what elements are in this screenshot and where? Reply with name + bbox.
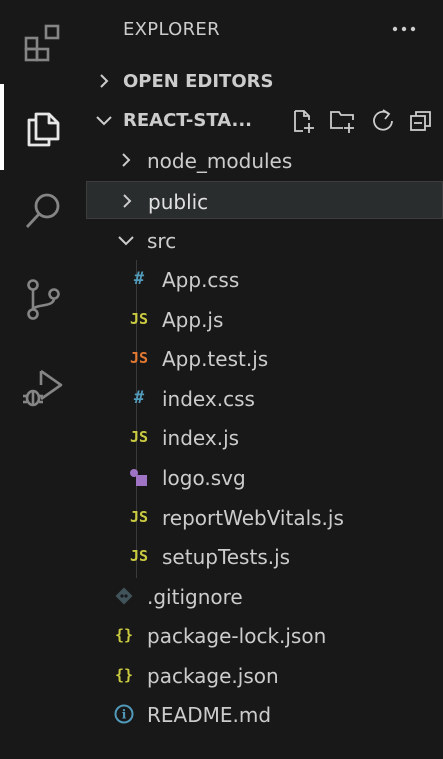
tree-folder-public[interactable]: public xyxy=(86,181,443,219)
tree-folder-src[interactable]: src xyxy=(86,221,443,259)
explorer-activity-button[interactable] xyxy=(0,84,86,170)
tree-item-label: App.js xyxy=(162,308,224,332)
tree-item-label: README.md xyxy=(147,703,272,727)
tree-item-label: index.css xyxy=(162,387,255,411)
ellipsis-icon xyxy=(392,26,416,32)
project-folder-label: REACT-STA... xyxy=(123,109,253,131)
new-folder-icon xyxy=(330,111,354,133)
open-editors-label: OPEN EDITORS xyxy=(123,70,274,92)
activity-bar xyxy=(0,0,86,759)
tree-file-setup-tests[interactable]: JS setupTests.js xyxy=(86,537,443,575)
extensions-icon xyxy=(24,24,60,62)
new-folder-button[interactable] xyxy=(329,107,357,135)
refresh-explorer-button[interactable] xyxy=(369,107,397,135)
run-debug-activity-button[interactable] xyxy=(0,344,86,430)
tree-file-package-json[interactable]: {} package.json xyxy=(86,656,443,694)
new-file-button[interactable] xyxy=(289,107,317,135)
info-file-icon: i xyxy=(114,704,134,724)
tree-item-label: package-lock.json xyxy=(147,624,327,648)
more-actions-button[interactable] xyxy=(387,14,421,44)
collapse-all-icon xyxy=(410,111,431,131)
tree-file-app-js[interactable]: JS App.js xyxy=(86,300,443,338)
tree-file-index-js[interactable]: JS index.js xyxy=(86,418,443,456)
js-file-icon: JS xyxy=(129,508,149,526)
js-file-icon: JS xyxy=(129,428,149,446)
explorer-actions xyxy=(283,107,433,135)
source-control-activity-button[interactable] xyxy=(0,256,86,342)
tree-item-label: App.css xyxy=(162,268,240,292)
files-icon xyxy=(27,112,60,147)
new-file-icon xyxy=(294,110,314,133)
tree-item-label: .gitignore xyxy=(147,585,243,609)
js-file-icon: JS xyxy=(129,547,149,565)
tree-file-index-css[interactable]: # index.css xyxy=(86,379,443,417)
tree-file-package-lock-json[interactable]: {} package-lock.json xyxy=(86,616,443,654)
json-file-icon: {} xyxy=(114,666,134,684)
css-file-icon: # xyxy=(133,269,145,289)
tree-item-label: reportWebVitals.js xyxy=(162,506,344,530)
tree-file-app-test-js[interactable]: JS App.test.js xyxy=(86,339,443,377)
json-file-icon: {} xyxy=(114,626,134,644)
js-file-icon: JS xyxy=(129,310,149,328)
chevron-right-icon xyxy=(123,194,132,208)
run-debug-icon xyxy=(23,369,63,407)
tree-file-report-web-vitals[interactable]: JS reportWebVitals.js xyxy=(86,498,443,536)
svg-file-icon xyxy=(130,469,147,486)
explorer-title-bar: EXPLORER xyxy=(86,0,443,62)
tree-item-label: package.json xyxy=(147,664,279,688)
tree-item-label: index.js xyxy=(162,426,240,450)
explorer-sidebar: EXPLORER OPEN EDITORS REACT-STA... node_… xyxy=(86,0,443,759)
css-file-icon: # xyxy=(133,388,145,408)
chevron-down-icon xyxy=(96,116,112,126)
project-folder-header[interactable]: REACT-STA... xyxy=(86,101,443,139)
source-control-icon xyxy=(27,279,60,320)
chevron-down-icon xyxy=(118,236,134,246)
svg-text:i: i xyxy=(122,708,127,722)
tree-file-gitignore[interactable]: .gitignore xyxy=(86,577,443,615)
tree-folder-node-modules[interactable]: node_modules xyxy=(86,141,443,179)
extensions-activity-button[interactable] xyxy=(0,0,86,86)
tree-item-label: setupTests.js xyxy=(162,545,291,569)
open-editors-header[interactable]: OPEN EDITORS xyxy=(86,62,443,100)
search-icon xyxy=(25,193,60,228)
tree-item-label: App.test.js xyxy=(162,347,269,371)
tree-item-label: public xyxy=(148,190,209,214)
tree-item-label: src xyxy=(147,229,177,253)
refresh-icon xyxy=(373,109,393,131)
search-activity-button[interactable] xyxy=(0,168,86,254)
tree-item-label: logo.svg xyxy=(162,466,246,490)
tree-file-logo-svg[interactable]: logo.svg xyxy=(86,458,443,496)
chevron-right-icon xyxy=(100,74,109,88)
collapse-folders-button[interactable] xyxy=(407,107,435,135)
tree-item-label: node_modules xyxy=(147,149,293,173)
js-test-file-icon: JS xyxy=(129,349,149,367)
explorer-title: EXPLORER xyxy=(123,19,220,40)
tree-file-readme[interactable]: i README.md xyxy=(86,695,443,733)
tree-file-app-css[interactable]: # App.css xyxy=(86,260,443,298)
git-file-icon xyxy=(115,587,133,605)
chevron-right-icon xyxy=(122,153,131,167)
